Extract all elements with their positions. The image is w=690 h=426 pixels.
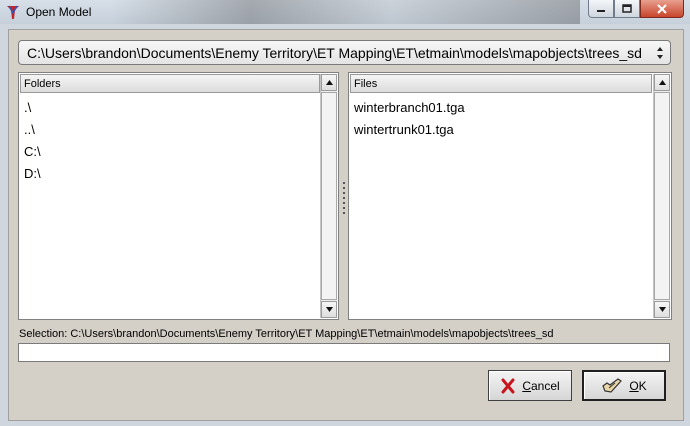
arrow-up-icon	[658, 80, 666, 85]
folder-item[interactable]: ..\	[22, 119, 41, 141]
files-scrollbar[interactable]	[653, 74, 670, 318]
ok-label: OK	[629, 378, 647, 393]
maximize-button[interactable]	[614, 0, 640, 18]
minimize-button[interactable]	[588, 0, 614, 18]
path-combo[interactable]: C:\Users\brandon\Documents\Enemy Territo…	[18, 40, 671, 65]
scroll-thumb[interactable]	[321, 92, 337, 300]
folders-pane[interactable]: Folders .\ ..\ C:\ D:\	[18, 72, 339, 320]
window-title: Open Model	[26, 5, 92, 19]
arrow-down-icon	[325, 307, 333, 312]
ok-button[interactable]: OK	[582, 370, 666, 401]
folders-header[interactable]: Folders	[20, 74, 320, 93]
background-strip	[110, 0, 580, 24]
scroll-down-button[interactable]	[654, 301, 670, 318]
scroll-thumb[interactable]	[654, 92, 670, 300]
folders-list: .\ ..\ C:\ D:\	[22, 97, 41, 185]
selection-label: Selection: C:\Users\brandon\Documents\En…	[19, 328, 554, 340]
cancel-label: Cancel	[522, 378, 560, 393]
red-x-icon	[501, 378, 515, 393]
path-combo-value: C:\Users\brandon\Documents\Enemy Territo…	[27, 44, 642, 61]
files-header-label: Files	[354, 78, 378, 90]
folder-item[interactable]: .\	[22, 97, 41, 119]
folder-item[interactable]: C:\	[22, 141, 41, 163]
folders-scrollbar[interactable]	[320, 74, 337, 318]
scroll-up-button[interactable]	[654, 74, 670, 91]
updown-arrows-icon[interactable]	[650, 41, 670, 64]
folders-header-label: Folders	[24, 78, 61, 90]
title-bar[interactable]: Open Model	[0, 0, 690, 24]
files-list: winterbranch01.tga wintertrunk01.tga	[352, 97, 465, 141]
folder-item[interactable]: D:\	[22, 163, 41, 185]
file-item[interactable]: winterbranch01.tga	[352, 97, 465, 119]
close-button[interactable]	[640, 0, 684, 18]
selection-input[interactable]	[18, 343, 670, 362]
window-controls	[588, 0, 684, 19]
pane-splitter-grip[interactable]	[341, 180, 347, 216]
file-item[interactable]: wintertrunk01.tga	[352, 119, 465, 141]
radiant-app-icon[interactable]	[6, 4, 20, 20]
files-pane[interactable]: Files winterbranch01.tga wintertrunk01.t…	[348, 72, 672, 320]
maximize-icon	[622, 4, 632, 13]
scroll-down-button[interactable]	[321, 301, 337, 318]
cancel-button[interactable]: Cancel	[488, 370, 572, 401]
arrow-up-icon	[325, 80, 333, 85]
scroll-up-button[interactable]	[321, 74, 337, 91]
close-icon	[657, 3, 667, 14]
check-hand-icon	[602, 377, 623, 393]
open-model-dialog: Open Model C:\Users\brandon\Documents\En…	[0, 0, 690, 426]
arrow-down-icon	[658, 307, 666, 312]
dialog-body: C:\Users\brandon\Documents\Enemy Territo…	[8, 29, 684, 421]
minimize-icon	[597, 9, 605, 12]
files-header[interactable]: Files	[350, 74, 652, 93]
